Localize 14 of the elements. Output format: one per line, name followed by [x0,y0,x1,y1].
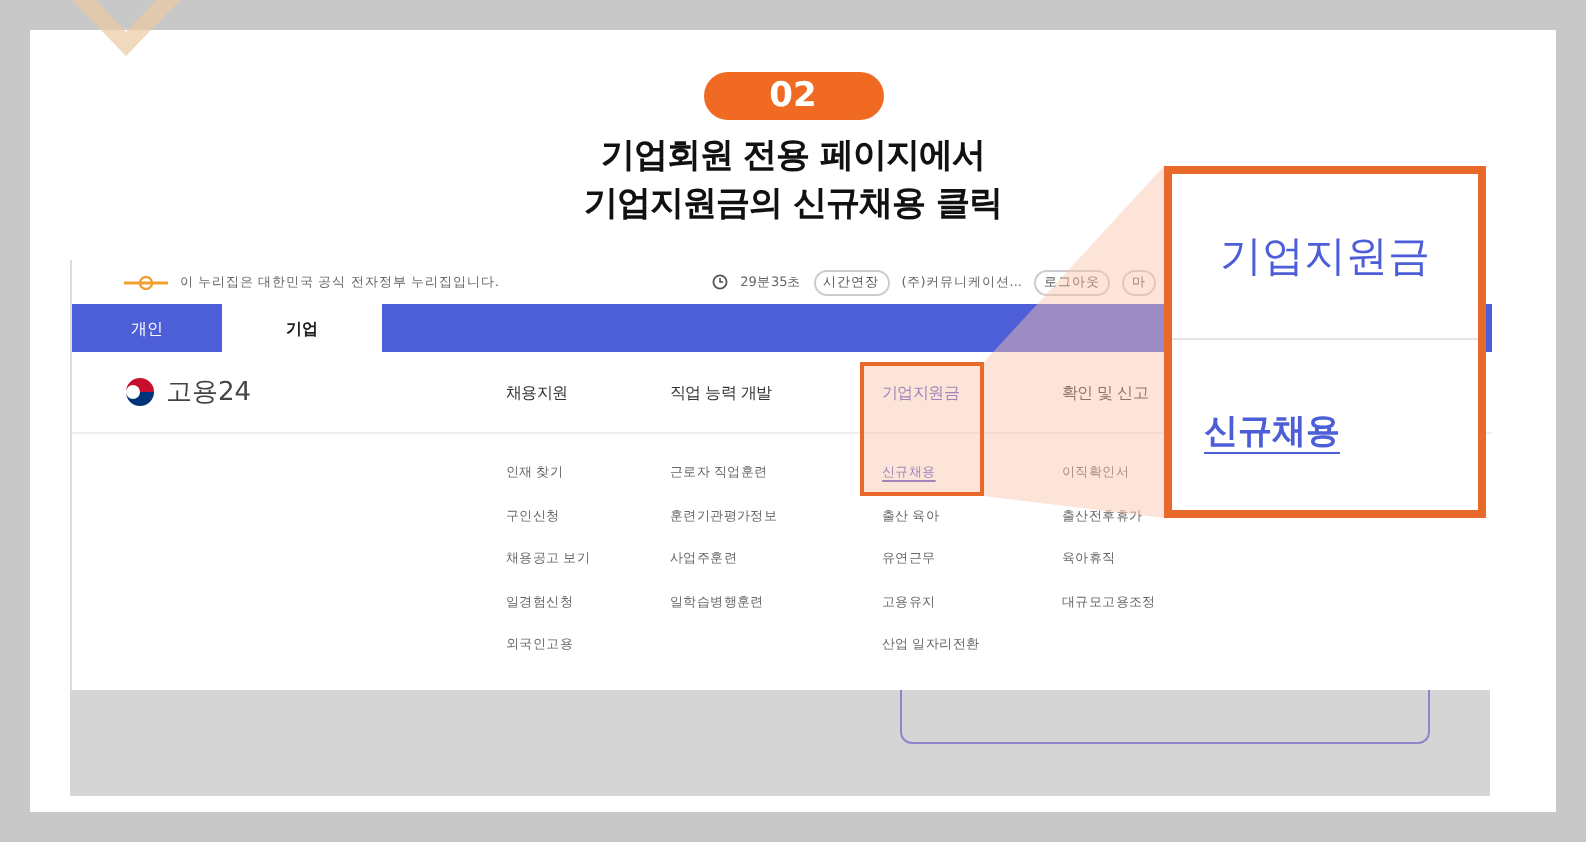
callout-menu-label: 기업지원금 [1220,230,1430,284]
menu-heading[interactable]: 채용지원 [506,381,568,403]
logo-icon [124,275,168,289]
site-logo-text: 고용24 [166,376,252,410]
clock-icon [712,274,729,290]
menu-heading[interactable]: 확인 및 신고 [1062,381,1148,403]
step-badge: 02 [703,72,883,120]
highlight-frame [860,362,984,496]
heading-line: 기업지원금의 신규채용 클릭 [584,182,1002,228]
chevron-icon [72,0,180,60]
taegeuk-icon [124,376,156,408]
user-tab[interactable]: 기업 [222,304,382,352]
menu-heading[interactable]: 직업 능력 개발 [670,381,772,403]
heading-line: 기업회원 전용 페이지에서 [598,134,988,180]
